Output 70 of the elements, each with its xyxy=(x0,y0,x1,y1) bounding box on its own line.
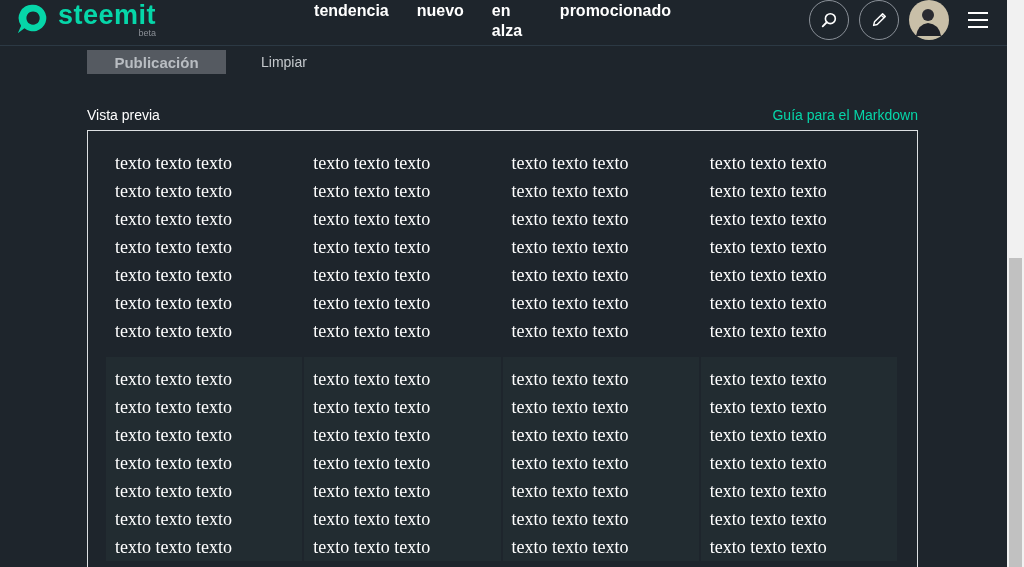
table-cell: texto texto texto xyxy=(502,421,699,449)
table-cell: texto texto texto xyxy=(502,533,699,561)
table-cell-text: texto texto texto xyxy=(114,151,233,175)
table-cell: texto texto texto xyxy=(502,393,699,421)
nav-link[interactable]: nuevo xyxy=(416,1,464,21)
table-cell-text: texto texto texto xyxy=(114,263,233,287)
table-cell-text: texto texto texto xyxy=(510,151,630,175)
table-cell-text: texto texto texto xyxy=(312,151,432,175)
table-cell-text: texto texto texto xyxy=(114,291,233,315)
table-cell-text: texto texto texto xyxy=(114,179,233,203)
table-cell-text: texto texto texto xyxy=(312,235,432,259)
table-cell: texto texto texto xyxy=(106,505,303,533)
nav-link[interactable]: en alza xyxy=(491,1,532,41)
table-cell-text: texto texto texto xyxy=(708,319,828,343)
table-cell: texto texto texto xyxy=(304,477,501,505)
table-cell-text: texto texto texto xyxy=(114,207,233,231)
table-cell-text: texto texto texto xyxy=(708,207,828,231)
table-cell-text: texto texto texto xyxy=(708,235,828,259)
table-cell: texto texto texto xyxy=(502,357,699,393)
table-cell: texto texto texto xyxy=(304,357,501,393)
table-cell: texto texto texto xyxy=(700,505,897,533)
table-cell-text: texto texto texto xyxy=(708,151,828,175)
table-cell: texto texto texto xyxy=(700,533,897,561)
table-cell: texto texto texto xyxy=(502,505,699,533)
table-cell-text: texto texto texto xyxy=(510,207,630,231)
preview-title: Vista previa xyxy=(87,107,160,123)
table-cell-text: texto texto texto xyxy=(312,319,432,343)
pencil-icon xyxy=(870,11,888,29)
nav-link[interactable]: tendencia xyxy=(314,1,389,21)
table-cell-text: texto texto texto xyxy=(510,179,630,203)
table-cell: texto texto texto xyxy=(700,449,897,477)
table-cell: texto texto texto xyxy=(106,357,303,393)
table-cell: texto texto texto xyxy=(106,421,303,449)
table-cell: texto texto texto xyxy=(304,421,501,449)
table-cell: texto texto texto xyxy=(106,449,303,477)
table-cell: texto texto texto xyxy=(700,357,897,393)
table-cell-text: texto texto texto xyxy=(114,319,233,343)
table-cell: texto texto texto xyxy=(502,449,699,477)
avatar[interactable] xyxy=(909,0,949,40)
table-cell: texto texto texto xyxy=(700,477,897,505)
table-cell-text: texto texto texto xyxy=(510,319,630,343)
table-cell: texto texto texto xyxy=(106,393,303,421)
table-cell-text: texto texto texto xyxy=(312,263,432,287)
beta-label: beta xyxy=(138,28,157,38)
table-cell-text: texto texto texto xyxy=(510,263,630,287)
table-cell: texto texto texto xyxy=(304,393,501,421)
table-cell: texto texto texto xyxy=(304,449,501,477)
table-cell-text: texto texto texto xyxy=(510,291,630,315)
search-icon xyxy=(820,11,838,29)
logo-wordmark[interactable]: steemit xyxy=(58,0,157,29)
table-cell-text: texto texto texto xyxy=(708,263,828,287)
table-cell-text: texto texto texto xyxy=(312,291,432,315)
clear-button[interactable]: Limpiar xyxy=(261,53,307,70)
markdown-guide-link[interactable]: Guía para el Markdown xyxy=(772,107,918,123)
table-cell: texto texto texto xyxy=(304,533,501,561)
table-cell-text: texto texto texto xyxy=(510,235,630,259)
table-cell: texto texto texto xyxy=(304,505,501,533)
scrollbar[interactable] xyxy=(1007,0,1024,567)
table-cell: texto texto texto xyxy=(106,533,303,561)
table-cell: texto texto texto xyxy=(700,421,897,449)
nav-link[interactable]: promocionado xyxy=(559,1,671,21)
table-cell-text: texto texto texto xyxy=(114,235,233,259)
table-cell: texto texto texto xyxy=(106,477,303,505)
table-cell-text: texto texto texto xyxy=(708,179,828,203)
table-cell: texto texto texto xyxy=(700,393,897,421)
table-cell-text: texto texto texto xyxy=(312,179,432,203)
table-cell: texto texto texto xyxy=(502,477,699,505)
menu-icon[interactable] xyxy=(967,11,989,29)
table-cell-text: texto texto texto xyxy=(312,207,432,231)
table-cell-text: texto texto texto xyxy=(708,291,828,315)
